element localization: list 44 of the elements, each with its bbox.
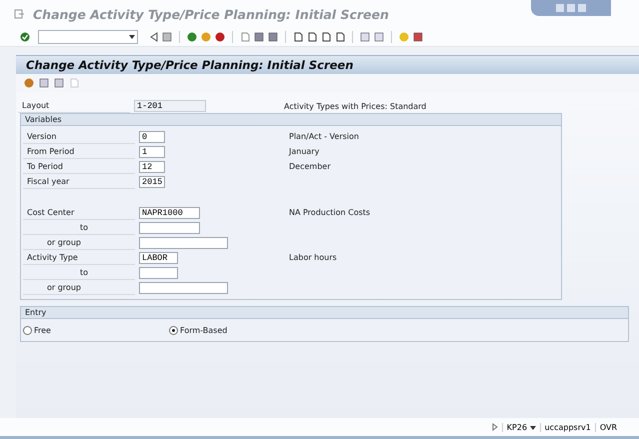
back-arrow-icon[interactable] [150, 32, 158, 42]
field-label: From Period [23, 144, 135, 158]
field-label: to [23, 266, 135, 280]
input-field[interactable]: LABOR [139, 252, 178, 264]
field-description: NA Production Costs [289, 208, 372, 217]
caret-icon[interactable] [129, 35, 135, 39]
group-title: Entry [21, 307, 628, 319]
input-field[interactable]: 1-201 [134, 100, 206, 112]
input-field[interactable] [139, 222, 200, 234]
input-field[interactable]: 12 [139, 160, 165, 172]
field-description: December [289, 162, 332, 171]
input-field[interactable]: 1 [139, 146, 165, 158]
field-description: Plan/Act - Version [289, 132, 360, 141]
field-description: Labor hours [289, 253, 338, 262]
input-field[interactable]: NAPR1000 [139, 206, 200, 218]
field-label: To Period [23, 160, 135, 174]
input-field[interactable] [139, 266, 178, 278]
window-title: Change Activity Type/Price Planning: Initial Screen [33, 6, 389, 22]
window-buttons-icon[interactable] [556, 4, 586, 12]
field-label: Cost Center [23, 206, 135, 220]
input-field[interactable] [139, 236, 228, 248]
field-label: Fiscal year [23, 174, 135, 188]
input-field[interactable]: 2015 [139, 176, 165, 188]
expand-icon[interactable] [492, 423, 498, 431]
group-title: Variables [21, 114, 561, 126]
check-icon[interactable] [20, 32, 30, 42]
transaction-code[interactable]: KP26 [502, 422, 536, 432]
radio-option[interactable]: Form-Based [169, 326, 315, 334]
input-mode: OVR [594, 422, 617, 432]
command-field[interactable] [38, 30, 138, 44]
field-label: or group [23, 236, 135, 250]
field-label: or group [23, 280, 135, 294]
field-description: January [289, 147, 320, 156]
window-controls[interactable] [531, 0, 611, 16]
input-field[interactable] [139, 282, 228, 294]
field-label: to [23, 220, 135, 234]
field-description: Activity Types with Prices: Standard [284, 102, 428, 110]
caret-icon[interactable] [530, 426, 536, 430]
field-label: Activity Type [23, 250, 135, 264]
server-name: uccappsrv1 [540, 422, 591, 432]
screen-title: Change Activity Type/Price Planning: Initial Screen [26, 58, 354, 72]
field-label: Version [23, 130, 135, 144]
input-field[interactable]: 0 [139, 130, 165, 142]
radio-option[interactable]: Free [23, 326, 169, 334]
